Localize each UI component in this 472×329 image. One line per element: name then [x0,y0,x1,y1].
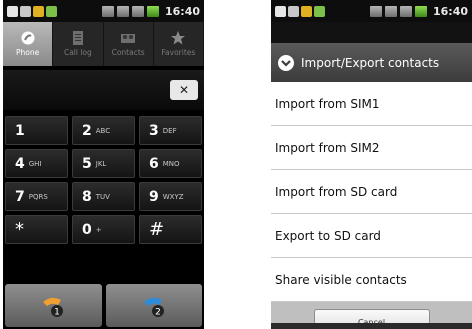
notification-icon [20,5,31,17]
tab-phone[interactable]: Phone [3,22,54,66]
tab-label: Favorites [161,48,196,57]
tab-label: Call log [63,48,92,57]
contacts-icon [121,34,136,43]
key-digit: 7 [15,188,25,205]
key-digit: # [149,219,165,240]
tab-contacts[interactable]: Contacts [104,22,154,66]
phone-icon [21,31,35,45]
menu-item-import-sim2[interactable]: Import from SIM2 [271,126,472,170]
menu-item-import-sim1[interactable]: Import from SIM1 [271,82,472,126]
key-letters: TUV [95,192,110,201]
warning-icon [301,5,312,17]
key-4[interactable]: 4 GHI [5,149,68,178]
keypad: 1 2 ABC 3 DEF 4 GHI 5 JKL 6 MNO 7 PQRS 8 TUV 9W… [3,113,204,280]
key-0[interactable]: 0 + [72,215,135,244]
key-9[interactable]: 9 WXYZ [139,182,202,211]
key-letters: + [95,225,102,234]
backspace-icon: ✕ [178,83,190,97]
dialog-title: Import/Export contacts [301,55,440,70]
dialog-header: Import/Export contacts [271,43,472,82]
call-sim1-button[interactable]: 1 [5,284,102,327]
status-bar: 16:40 [3,0,204,22]
tab-label: Contacts [111,48,145,57]
sim1-number: 1 [54,307,60,317]
sd-card-icon [7,5,18,17]
key-digit: * [15,219,24,240]
battery-icon [146,5,159,17]
key-5[interactable]: 5 JKL [72,149,135,178]
keypad-spacer [5,248,202,277]
dialer-screen: 16:40 Phone Call log Contacts Favorites … [3,0,204,329]
sim1-signal-icon [101,5,114,17]
menu-item-export-sd-card[interactable]: Export to SD card [271,214,472,258]
sim2-signal-icon [384,5,397,17]
sim2-signal-icon [116,5,129,17]
key-letters: DEF [162,126,177,135]
battery-icon [414,5,427,17]
clock: 16:40 [164,4,200,18]
wifi-icon [399,5,412,17]
call-sim2-button[interactable]: 2 [105,284,202,327]
key-digit: 4 [15,155,25,172]
call-log-icon [72,31,83,45]
key-8[interactable]: 8 TUV [72,182,135,211]
tab-label: Phone [16,48,40,57]
star-icon [171,31,186,45]
warning-icon [33,5,44,17]
usb-icon [46,5,57,17]
chevron-down-icon [278,54,294,71]
handset-sim2-icon: 2 [143,297,164,317]
key-digit: 0 [82,221,92,238]
backspace-button[interactable]: ✕ [170,80,198,100]
key-letters: PQRS [28,192,48,201]
import-export-dialog: Import/Export contacts Import from SIM1 … [271,43,472,329]
key-1[interactable]: 1 [5,116,68,145]
sd-card-icon [275,5,286,17]
key-3[interactable]: 3 DEF [139,116,202,145]
handset-sim1-icon: 1 [43,297,64,317]
key-letters: JKL [95,159,107,168]
key-6[interactable]: 6 MNO [139,149,202,178]
key-letters: ABC [95,126,111,135]
key-letters: GHI [28,159,42,168]
key-digit: 1 [15,122,25,139]
menu-item-import-sd-card[interactable]: Import from SD card [271,170,472,214]
digits-display[interactable]: ✕ [3,70,204,110]
key-7[interactable]: 7 PQRS [5,182,68,211]
key-hash[interactable]: # [139,215,202,244]
tab-favorites[interactable]: Favorites [154,22,204,66]
usb-icon [314,5,325,17]
menu-item-share-visible-contacts[interactable]: Share visible contacts [271,258,472,302]
status-bar: 16:40 [271,0,472,22]
key-digit: 6 [149,155,159,172]
sim1-signal-icon [369,5,382,17]
call-buttons: 1 2 [3,284,204,329]
key-digit: 9 [149,188,159,205]
tab-call-log[interactable]: Call log [53,22,104,66]
dialer-tabs: Phone Call log Contacts Favorites [3,22,204,66]
sim2-number: 2 [155,307,161,317]
key-digit: 3 [149,122,159,139]
list-item-peek [271,323,472,329]
key-2[interactable]: 2 ABC [72,116,135,145]
key-digit: 8 [82,188,92,205]
key-letters: MNO [162,159,180,168]
contacts-screen: 16:40 Import/Export contacts Import from… [271,0,472,329]
notification-icon [288,5,299,17]
key-digit: 5 [82,155,92,172]
key-letters: WXYZ [162,192,184,201]
clock: 16:40 [432,4,468,18]
key-digit: 2 [82,122,92,139]
key-star[interactable]: * [5,215,68,244]
wifi-icon [131,5,144,17]
